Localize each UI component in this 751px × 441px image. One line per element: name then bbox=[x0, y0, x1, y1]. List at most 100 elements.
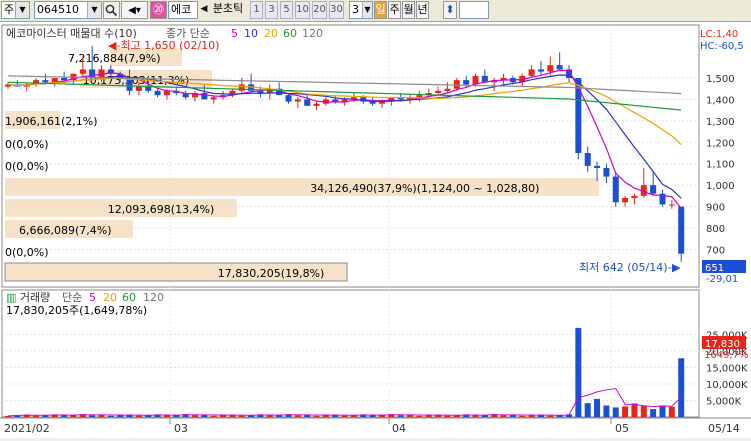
candle-body bbox=[537, 69, 544, 72]
high-marker-text: 최고 1,650 (02/10) bbox=[120, 39, 219, 52]
candle-body bbox=[622, 198, 629, 203]
period-30-button[interactable]: 30 bbox=[329, 1, 344, 19]
candle-body bbox=[89, 69, 96, 78]
low-arrow-icon: -▶ bbox=[668, 261, 681, 274]
monthly-button[interactable]: 월 bbox=[402, 1, 415, 19]
volume-bar bbox=[500, 415, 507, 417]
volume-profile-label: 7,216,884(7,9%) bbox=[68, 52, 161, 65]
vma5-label: 5 bbox=[89, 291, 96, 304]
period-10-button[interactable]: 10 bbox=[295, 1, 310, 19]
arrow-left-icon[interactable]: ◀ bbox=[199, 1, 209, 19]
current-price-text: 651 bbox=[705, 263, 724, 274]
candle-body bbox=[575, 78, 582, 154]
info-icon: ⑳ bbox=[153, 3, 164, 16]
volume-bar bbox=[622, 406, 629, 417]
candle-body bbox=[61, 78, 68, 81]
volume-bar bbox=[444, 415, 451, 417]
candle-body bbox=[313, 103, 320, 106]
candle-body bbox=[154, 90, 161, 96]
vma60-label: 60 bbox=[122, 291, 136, 304]
candle-body bbox=[210, 97, 217, 100]
volume-bar bbox=[266, 415, 273, 417]
weekly-button[interactable]: 주 bbox=[388, 1, 401, 19]
ma120-label: 120 bbox=[302, 27, 323, 40]
chevron-down-icon: ▼ bbox=[87, 2, 101, 18]
price-tick-label: 1,300 bbox=[706, 117, 735, 128]
candle-body bbox=[547, 65, 554, 72]
volume-bar bbox=[89, 415, 96, 417]
candle-body bbox=[444, 88, 451, 91]
x-label-date: 05/14 bbox=[708, 422, 740, 435]
period-count-select[interactable]: 3 ▼ bbox=[349, 1, 373, 19]
candle-body bbox=[285, 95, 292, 102]
scroll-updown-button[interactable]: ⬍ bbox=[443, 1, 457, 19]
volume-icon: ▥ bbox=[6, 291, 20, 304]
info-button[interactable]: ⑳ bbox=[150, 1, 167, 19]
volume-bar bbox=[472, 415, 479, 417]
yearly-button[interactable]: 년 bbox=[416, 1, 429, 19]
chevron-down-icon: ▼ bbox=[15, 2, 29, 18]
volume-bar bbox=[397, 415, 404, 417]
volume-bar bbox=[163, 415, 170, 417]
daily-button[interactable]: 일 bbox=[374, 1, 387, 19]
candle-body bbox=[594, 165, 601, 169]
candle-body bbox=[603, 168, 610, 177]
volume-profile-label: 6,666,089(7,4%) bbox=[19, 224, 112, 237]
period-20-button[interactable]: 20 bbox=[312, 1, 327, 19]
period-3-button[interactable]: 3 bbox=[265, 1, 278, 19]
high-arrow-icon: ◀- bbox=[108, 39, 120, 52]
candle-body bbox=[453, 80, 460, 89]
period-label[interactable]: 분초틱 bbox=[209, 1, 247, 19]
count-input[interactable] bbox=[459, 1, 489, 19]
chart-area: 7,216,884(7,9%) 10,173,303(11,3%) 1,906,16… bbox=[0, 22, 751, 438]
up-down-arrow-icon: ⬍ bbox=[445, 3, 455, 16]
volume-tick-label: 5,000K bbox=[706, 397, 742, 408]
volume-current-tag-text: 17,830 bbox=[705, 339, 740, 350]
volume-bar bbox=[612, 407, 619, 417]
volume-tick-label: 15,000K bbox=[706, 364, 748, 375]
price-tick-label: 1,400 bbox=[706, 95, 735, 106]
stock-chart-svg[interactable]: 7,216,884(7,9%)10,173,303(11,3%)1,906,16… bbox=[0, 22, 751, 438]
vma20-label: 20 bbox=[103, 291, 117, 304]
candle-body bbox=[463, 80, 470, 85]
market-select-value: 주 bbox=[4, 3, 15, 16]
volume-bar bbox=[678, 358, 685, 417]
x-label-may: 05 bbox=[615, 422, 629, 435]
volume-bar bbox=[547, 415, 554, 417]
stock-code-value: 064510 bbox=[37, 3, 79, 16]
volume-bar bbox=[594, 398, 601, 417]
price-tick-label: 1,500 bbox=[706, 74, 735, 85]
candle-body bbox=[79, 69, 86, 74]
volume-pct-tag: 1649,7% bbox=[704, 350, 749, 361]
candle-body bbox=[304, 99, 311, 106]
search-button[interactable] bbox=[103, 1, 120, 19]
price-tick-label: 700 bbox=[706, 245, 725, 256]
period-count-value: 3 bbox=[352, 3, 359, 16]
stock-code-input[interactable]: 064510 ▼ bbox=[34, 1, 102, 19]
candle-body bbox=[528, 69, 535, 76]
period-1-button[interactable]: 1 bbox=[250, 1, 263, 19]
volume-profile-label: 1,906,161(2,1%) bbox=[5, 115, 98, 128]
volume-tick-label: 10,000K bbox=[706, 380, 748, 391]
vma120-label: 120 bbox=[143, 291, 164, 304]
stock-name-label: 에코 bbox=[168, 1, 198, 19]
hc-label: HC:-60,5 bbox=[700, 41, 744, 52]
chevron-down-icon: ▼ bbox=[362, 2, 372, 18]
volume-current-text: 17,830,205주(1,649,78%) bbox=[6, 304, 147, 317]
candle-body bbox=[631, 195, 638, 199]
price-axis: 1,500 1,400 1,300 1,200 1,100 1,000 900 800 700 bbox=[706, 74, 735, 256]
volume-bar bbox=[33, 415, 40, 417]
market-select[interactable]: 주 ▼ bbox=[1, 1, 30, 19]
sound-button[interactable]: ◀▾ bbox=[121, 1, 148, 19]
volume-ma-label: 단순 bbox=[62, 291, 82, 304]
volume-title: ▥ 거래량 bbox=[6, 291, 50, 304]
volume-bar bbox=[107, 415, 114, 417]
volume-bar bbox=[640, 406, 647, 417]
ma10-label: 10 bbox=[244, 27, 258, 40]
candle-body bbox=[612, 176, 619, 203]
volume-bar bbox=[192, 415, 198, 417]
current-change-text: -29,01 bbox=[706, 274, 738, 285]
stock-name-text: 에코 bbox=[171, 3, 192, 16]
volume-bar bbox=[416, 415, 423, 417]
period-5-button[interactable]: 5 bbox=[280, 1, 293, 19]
